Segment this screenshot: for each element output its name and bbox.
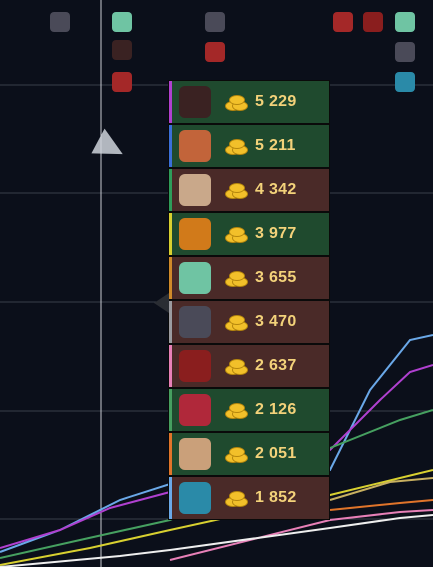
hero-event-marker (395, 12, 415, 32)
gold-coins-icon (225, 446, 248, 463)
team-color-bar (169, 477, 172, 519)
shadow-fiend-portrait-icon (179, 86, 211, 118)
gold-coins-icon (225, 138, 248, 155)
tooltip-row-shadow-fiend: 5 229 (169, 81, 329, 123)
team-color-bar (169, 345, 172, 387)
queen-of-pain-portrait-icon (179, 394, 211, 426)
bloodseeker-portrait-icon (179, 350, 211, 382)
faceless-void-portrait-icon (179, 306, 211, 338)
hero-event-marker (50, 12, 70, 32)
gold-value: 2 126 (255, 401, 297, 418)
hero-event-marker (395, 42, 415, 62)
gold-value: 5 229 (255, 93, 297, 110)
tooltip-row-anti-mage: 2 051 (169, 433, 329, 475)
tooltip-row-bloodseeker: 2 637 (169, 345, 329, 387)
tooltip-row-ogre-magi: 3 655 (169, 257, 329, 299)
gold-coins-icon (225, 94, 248, 111)
gold-value: 3 977 (255, 225, 297, 242)
hero-event-marker (395, 72, 415, 92)
gold-coins-icon (225, 314, 248, 331)
hero-event-marker (205, 12, 225, 32)
series-line-anti-mage (329, 499, 433, 511)
gold-coins-icon (225, 490, 248, 507)
tooltip-row-warlock: 3 977 (169, 213, 329, 255)
team-color-bar (169, 257, 172, 299)
tooltip-row-lina: 5 211 (169, 125, 329, 167)
team-color-bar (169, 389, 172, 431)
hero-event-marker (205, 42, 225, 62)
anti-mage-portrait-icon (179, 438, 211, 470)
hero-event-marker (112, 40, 132, 60)
gold-value: 4 342 (255, 181, 297, 198)
tooltip-row-weaver: 1 852 (169, 477, 329, 519)
gold-value: 1 852 (255, 489, 297, 506)
ogre-magi-portrait-icon (179, 262, 211, 294)
gold-value: 3 470 (255, 313, 297, 330)
witch-doctor-portrait-icon (179, 174, 211, 206)
gold-value: 5 211 (255, 137, 296, 154)
gold-coins-icon (225, 182, 248, 199)
tooltip-row-witch-doctor: 4 342 (169, 169, 329, 211)
gold-coins-icon (225, 270, 248, 287)
gold-value: 3 655 (255, 269, 297, 286)
tooltip-row-faceless-void: 3 470 (169, 301, 329, 343)
weaver-portrait-icon (179, 482, 211, 514)
gold-value: 2 051 (255, 445, 297, 462)
team-color-bar (169, 433, 172, 475)
team-color-bar (169, 169, 172, 211)
gold-coins-icon (225, 358, 248, 375)
hero-event-marker (363, 12, 383, 32)
hero-event-marker (112, 12, 132, 32)
series-line-faceless-void (329, 477, 433, 501)
lina-portrait-icon (179, 130, 211, 162)
team-color-bar (169, 213, 172, 255)
gold-value: 2 637 (255, 357, 297, 374)
gold-tooltip: 5 229 5 211 4 342 3 977 3 655 3 470 2 637 2 126… (154, 80, 330, 520)
warlock-portrait-icon (179, 218, 211, 250)
gold-coins-icon (225, 402, 248, 419)
hero-event-marker (112, 72, 132, 92)
series-line-witch-doctor (0, 514, 433, 567)
team-color-bar (169, 301, 172, 343)
hero-event-marker (333, 12, 353, 32)
tooltip-row-queen-of-pain: 2 126 (169, 389, 329, 431)
gold-coins-icon (225, 226, 248, 243)
team-color-bar (169, 81, 172, 123)
team-color-bar (169, 125, 172, 167)
